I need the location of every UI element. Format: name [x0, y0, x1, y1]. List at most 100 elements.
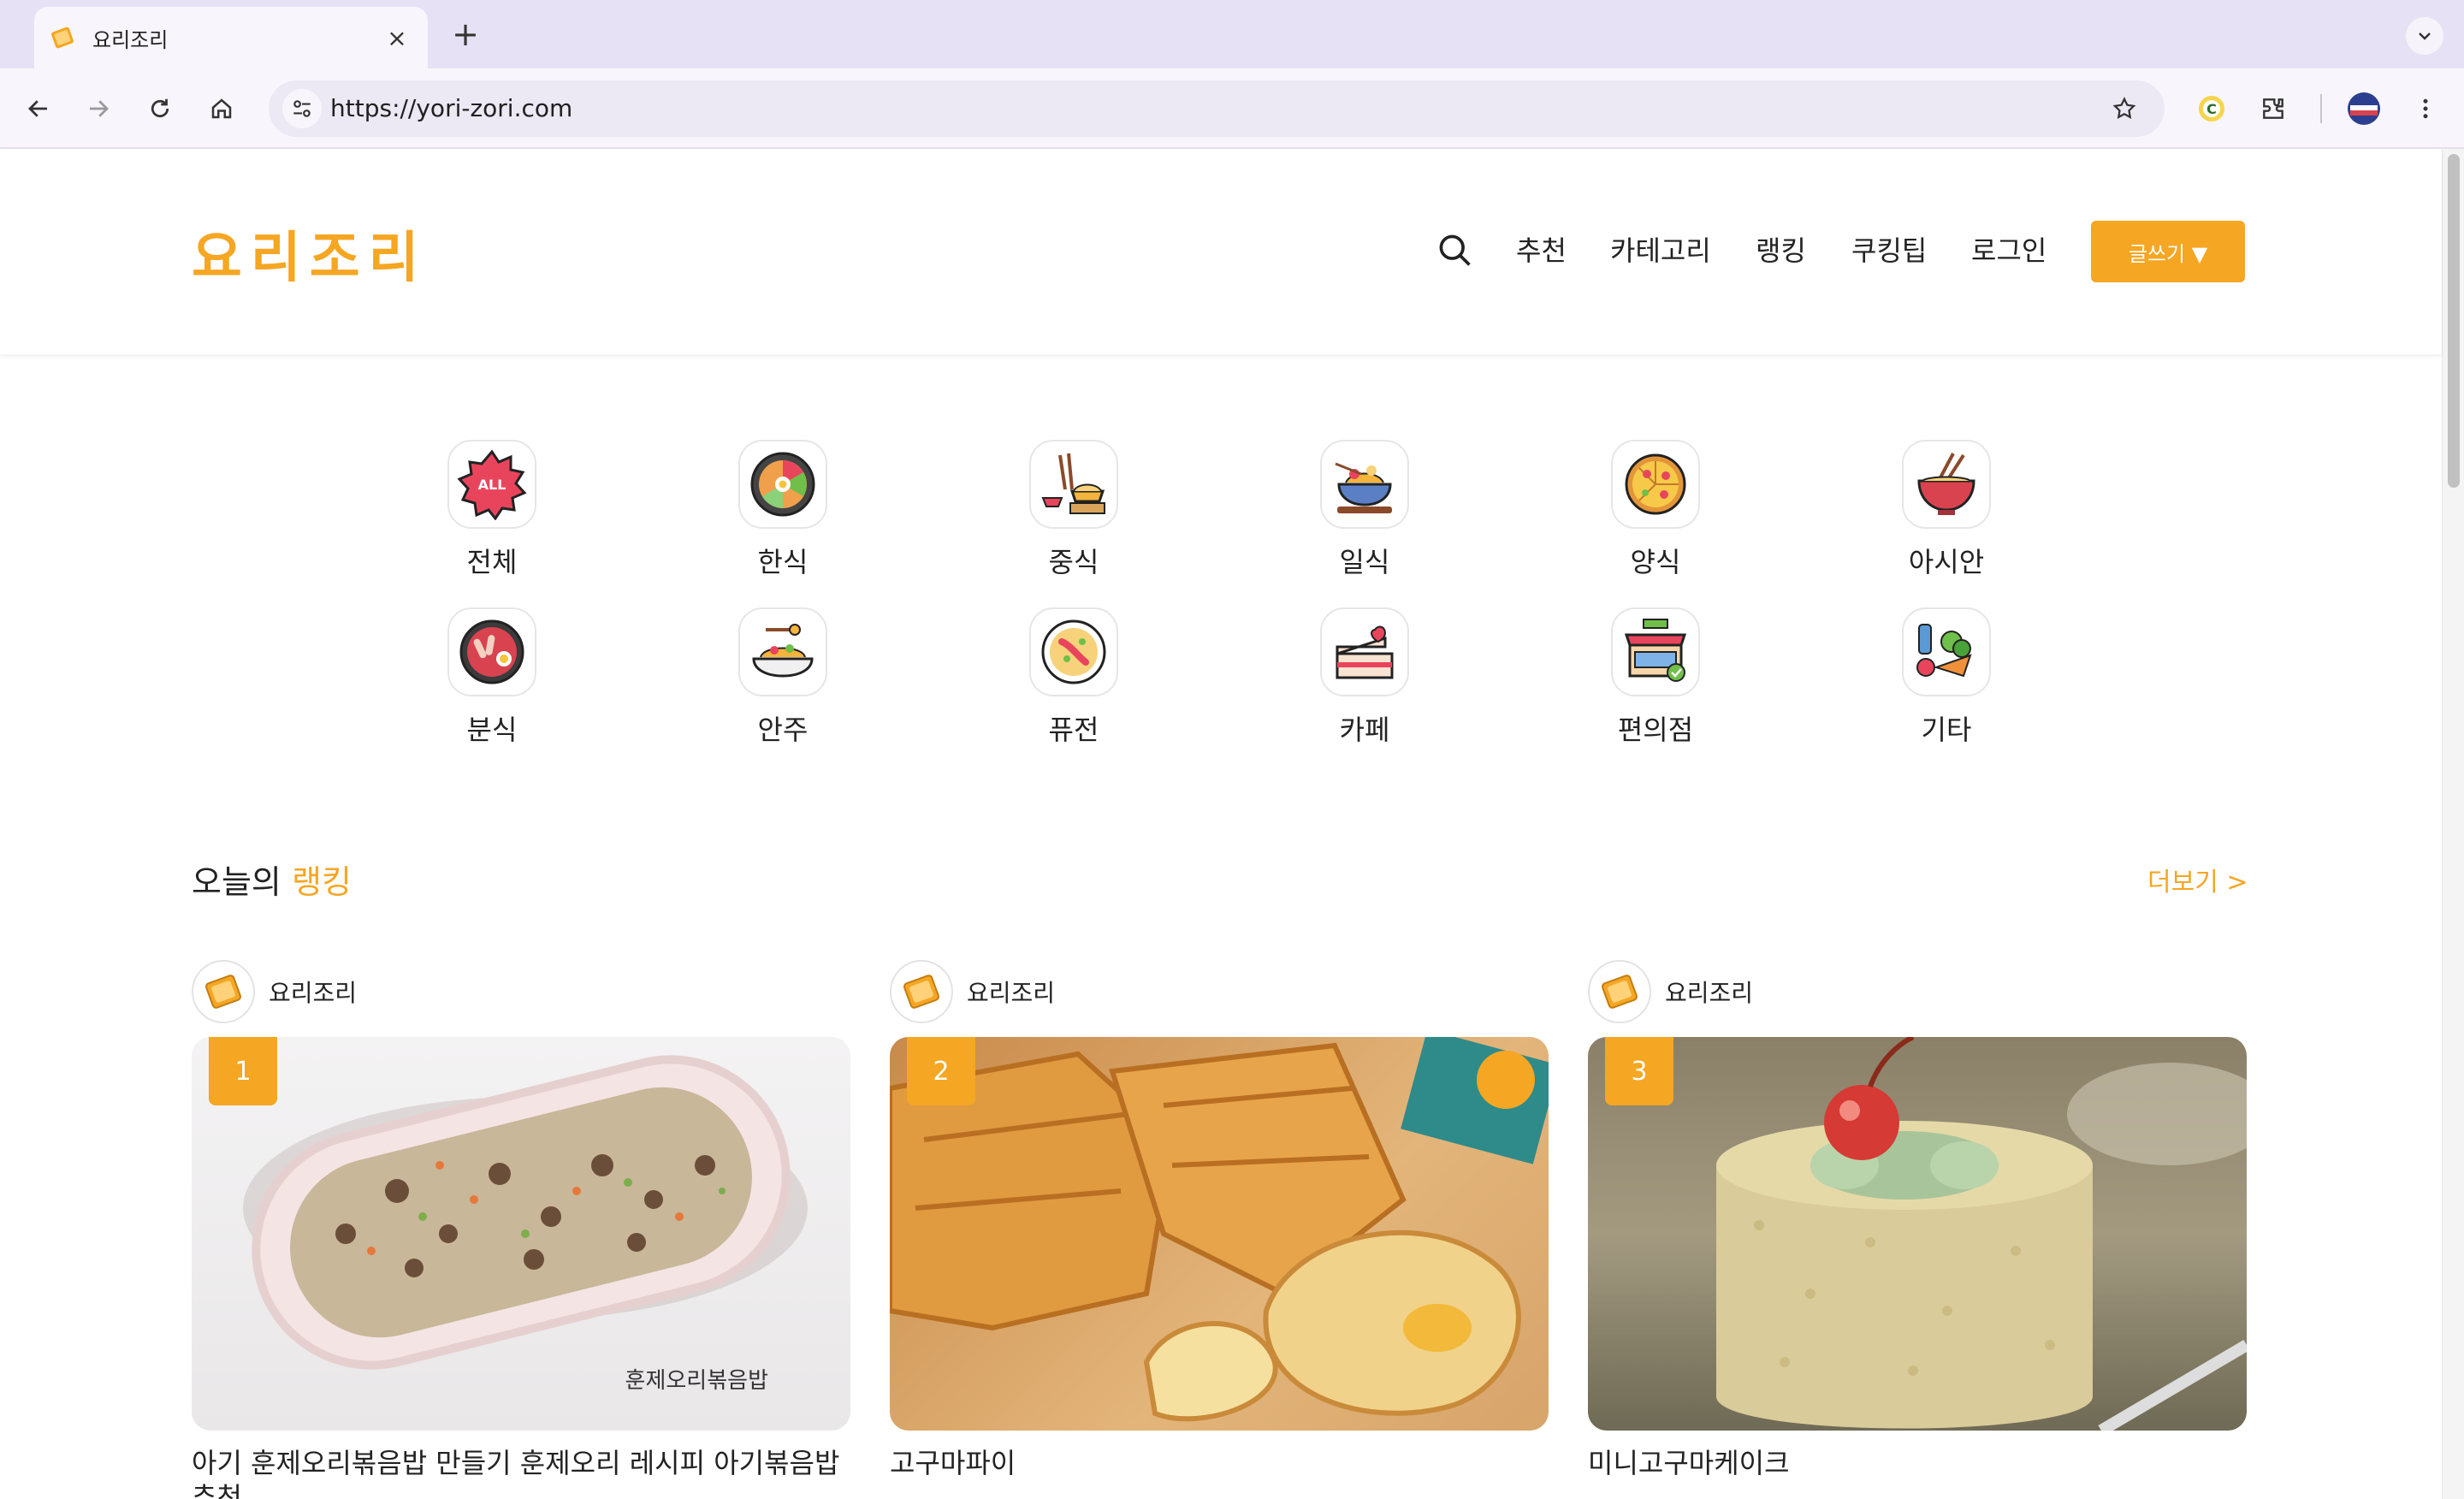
ranking-more-link[interactable]: 더보기 > — [2147, 861, 2248, 898]
bibimbap-icon — [738, 440, 827, 529]
extension-c-icon[interactable]: C — [2190, 87, 2233, 130]
category-label: 일식 — [1339, 546, 1390, 578]
category-label: 안주 — [757, 714, 808, 746]
category-label: 기타 — [1921, 714, 1972, 746]
author-avatar[interactable] — [890, 960, 953, 1023]
new-tab-button[interactable]: + — [448, 15, 483, 53]
noodle-bowl-icon — [1902, 440, 1991, 529]
convenience-store-icon — [1611, 607, 1700, 696]
nav-cooking-tips[interactable]: 쿠킹팁 — [1851, 229, 1927, 269]
category-label: 퓨전 — [1048, 714, 1099, 746]
browser-tab-strip: 요리조리 × + — [0, 0, 2464, 68]
ranking-card[interactable]: 요리조리 3 미니고구마케이크 — [1588, 958, 2247, 1480]
category-label: 양식 — [1630, 546, 1681, 578]
recipe-title[interactable]: 고구마파이 — [890, 1446, 1549, 1480]
arrow-left-icon — [28, 100, 47, 117]
pizza-icon — [1611, 440, 1700, 529]
author-name[interactable]: 요리조리 — [269, 975, 357, 1009]
home-icon — [211, 98, 232, 119]
nav-recommend[interactable]: 추천 — [1516, 229, 1567, 269]
nav-ranking[interactable]: 랭킹 — [1756, 229, 1806, 269]
svg-text:ALL: ALL — [478, 477, 506, 493]
ranking-title-prefix: 오늘의 — [192, 863, 281, 901]
category-all[interactable]: ALL 전체 — [406, 440, 578, 580]
category-asian[interactable]: 아시안 — [1861, 440, 2032, 580]
extensions-puzzle-icon[interactable] — [2252, 87, 2295, 130]
profile-avatar[interactable] — [2343, 87, 2385, 130]
url-text[interactable]: https://yori-zori.com — [330, 80, 572, 137]
card-author[interactable]: 요리조리 — [890, 958, 1549, 1025]
tab-search-button[interactable] — [2406, 17, 2443, 55]
category-cafe[interactable]: 카페 — [1279, 607, 1450, 748]
author-name[interactable]: 요리조리 — [1665, 975, 1753, 1009]
category-label: 아시안 — [1908, 546, 1985, 578]
tab-title: 요리조리 — [92, 27, 169, 52]
recipe-title[interactable]: 아기 훈제오리볶음밥 만들기 훈제오리 레시피 아기볶음밥 추천 — [192, 1446, 850, 1499]
author-avatar[interactable] — [1588, 960, 1651, 1023]
reload-icon — [151, 98, 169, 118]
image-caption: 훈제오리볶음밥 — [625, 1368, 768, 1394]
chevron-down-icon — [2419, 33, 2431, 40]
recipe-title[interactable]: 미니고구마케이크 — [1588, 1446, 2247, 1480]
category-japanese[interactable]: 일식 — [1279, 440, 1450, 580]
category-korean[interactable]: 한식 — [697, 440, 868, 580]
svg-text:C: C — [2206, 101, 2217, 117]
category-label: 전체 — [466, 546, 518, 578]
category-etc[interactable]: 기타 — [1861, 607, 2032, 748]
recipe-image[interactable]: 3 — [1588, 1037, 2247, 1431]
scrollbar-thumb[interactable] — [2448, 154, 2460, 488]
home-button[interactable] — [200, 87, 243, 130]
category-label: 중식 — [1048, 546, 1099, 578]
site-info-icon[interactable] — [282, 89, 322, 128]
site-favicon-icon — [48, 23, 77, 52]
category-convenience-store[interactable]: 편의점 — [1570, 607, 1741, 748]
category-side-dish[interactable]: 안주 — [697, 607, 868, 748]
rank-badge: 3 — [1605, 1037, 1673, 1105]
rank-badge: 2 — [907, 1037, 975, 1105]
category-chinese[interactable]: 중식 — [988, 440, 1159, 580]
author-avatar[interactable] — [192, 960, 255, 1023]
reload-button[interactable] — [139, 87, 181, 130]
card-author[interactable]: 요리조리 — [192, 958, 850, 1025]
nav-category[interactable]: 카테고리 — [1610, 229, 1711, 269]
site-logo[interactable]: 요리조리 — [192, 214, 428, 293]
site-header: 요리조리 추천 카테고리 랭킹 쿠킹팁 로그인 글쓰기 ▼ — [0, 149, 2442, 354]
ranking-section-title: 오늘의 랭킹 — [192, 856, 352, 903]
back-button[interactable] — [17, 87, 60, 130]
author-name[interactable]: 요리조리 — [967, 975, 1055, 1009]
fusion-dish-icon — [1029, 607, 1118, 696]
category-label: 분식 — [466, 714, 518, 746]
rank-badge: 1 — [209, 1037, 277, 1105]
category-snack[interactable]: 분식 — [406, 607, 578, 748]
bookmark-star-icon[interactable] — [2105, 89, 2144, 128]
category-western[interactable]: 양식 — [1570, 440, 1741, 580]
tteokbokki-icon — [447, 607, 536, 696]
browser-menu-icon[interactable] — [2404, 87, 2447, 130]
ranking-card[interactable]: 요리조리 훈제오리볶음밥 1 아기 훈제오리볶음밥 만들기 훈제오리 레시피 아… — [192, 958, 850, 1499]
snack-plate-icon — [738, 607, 827, 696]
search-icon[interactable] — [1436, 231, 1473, 269]
recipe-image[interactable]: 훈제오리볶음밥 1 — [192, 1037, 850, 1431]
toolbar-separator — [2320, 94, 2322, 123]
card-author[interactable]: 요리조리 — [1588, 958, 2247, 1025]
browser-tab[interactable]: 요리조리 × — [34, 7, 428, 68]
nav-login[interactable]: 로그인 — [1971, 229, 2046, 269]
page-scrollbar[interactable] — [2442, 149, 2464, 1499]
category-label: 카페 — [1339, 714, 1390, 746]
ranking-title-accent: 랭킹 — [291, 863, 352, 901]
browser-toolbar: https://yori-zori.com C — [0, 68, 2464, 149]
forward-button[interactable] — [77, 87, 120, 130]
grocery-icon — [1902, 607, 1991, 696]
category-label: 한식 — [757, 546, 808, 578]
ranking-card[interactable]: 요리조리 2 고구마파이 — [890, 958, 1549, 1480]
cake-slice-icon — [1320, 607, 1409, 696]
japanese-food-icon — [1320, 440, 1409, 529]
category-label: 편의점 — [1617, 714, 1694, 746]
close-tab-icon[interactable]: × — [380, 24, 414, 52]
arrow-right-icon — [90, 100, 109, 117]
chinese-food-icon — [1029, 440, 1118, 529]
recipe-image[interactable]: 2 — [890, 1037, 1549, 1431]
address-bar[interactable]: https://yori-zori.com — [269, 80, 2165, 137]
category-fusion[interactable]: 퓨전 — [988, 607, 1159, 748]
write-button[interactable]: 글쓰기 ▼ — [2091, 221, 2245, 282]
